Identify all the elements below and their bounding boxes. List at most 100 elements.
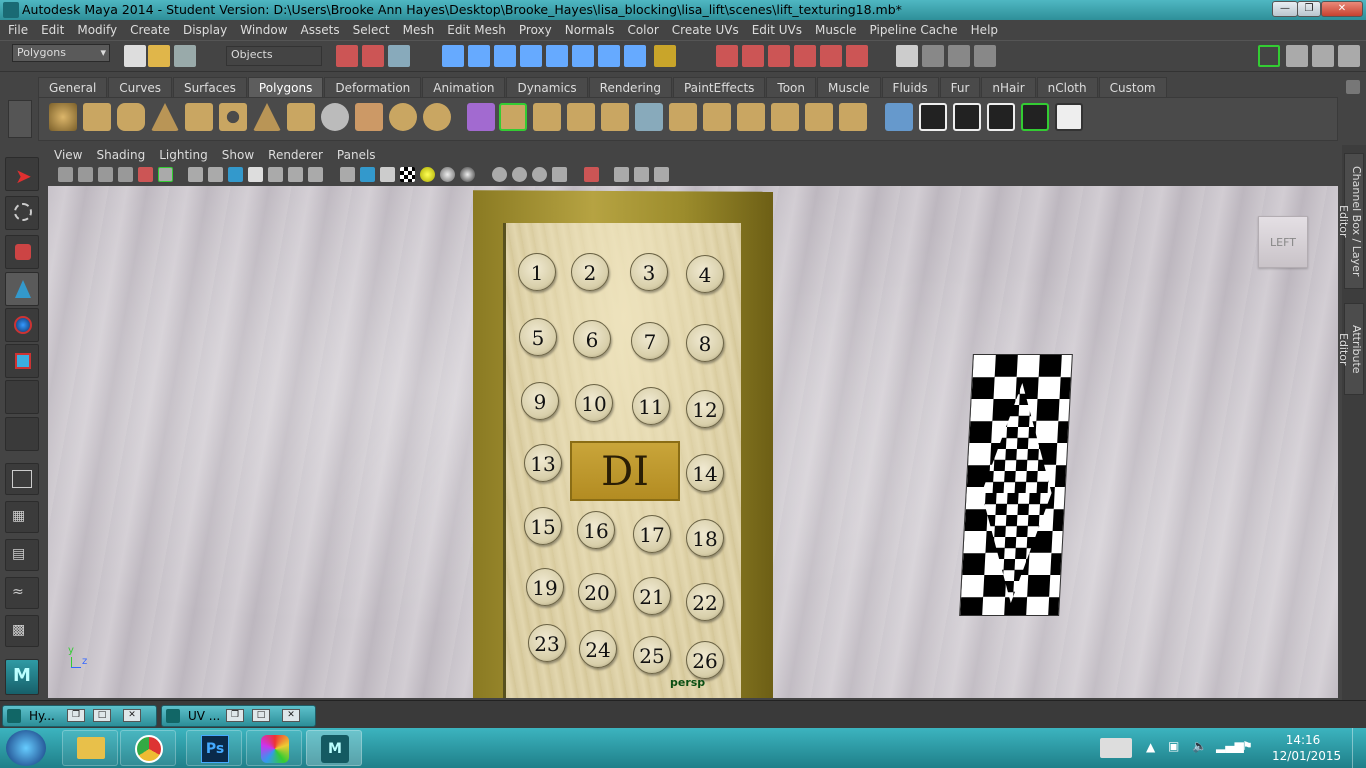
- snap-point-icon[interactable]: [494, 45, 516, 67]
- selection-mode-field[interactable]: Objects: [226, 46, 322, 66]
- xray-joints-icon[interactable]: [512, 167, 527, 182]
- mirror-geometry-icon[interactable]: [467, 103, 495, 131]
- shelf-tab-nhair[interactable]: nHair: [981, 77, 1036, 97]
- view-cube[interactable]: LEFT: [1258, 216, 1308, 268]
- shelf-tab-surfaces[interactable]: Surfaces: [172, 77, 247, 97]
- camera-attributes-icon[interactable]: [78, 167, 93, 182]
- panel-menu-view[interactable]: View: [54, 148, 82, 162]
- cut-uv-icon[interactable]: [919, 103, 947, 131]
- save-scene-icon[interactable]: [174, 45, 196, 67]
- menu-edit-mesh[interactable]: Edit Mesh: [447, 23, 506, 37]
- wireframe-icon[interactable]: [340, 167, 355, 182]
- close-icon[interactable]: ✕: [123, 709, 141, 722]
- action-center-icon[interactable]: [1100, 738, 1132, 758]
- show-sidebar-icon[interactable]: [1258, 45, 1280, 67]
- select-hierarchy-icon[interactable]: [336, 45, 358, 67]
- menu-select[interactable]: Select: [353, 23, 390, 37]
- panel-menu-panels[interactable]: Panels: [337, 148, 376, 162]
- select-tool-button[interactable]: ➤: [5, 157, 39, 191]
- isolate-select-icon[interactable]: [584, 167, 599, 182]
- menu-edit[interactable]: Edit: [41, 23, 64, 37]
- sew-uv-icon[interactable]: [953, 103, 981, 131]
- split-polygon-icon[interactable]: [601, 103, 629, 131]
- film-gate-icon[interactable]: [208, 167, 223, 182]
- use-all-lights-icon[interactable]: [420, 167, 435, 182]
- shelf-tab-muscle[interactable]: Muscle: [817, 77, 881, 97]
- shelf-tab-fluids[interactable]: Fluids: [881, 77, 939, 97]
- append-polygon-icon[interactable]: [567, 103, 595, 131]
- menu-create[interactable]: Create: [130, 23, 170, 37]
- scale-tool-button[interactable]: [5, 344, 39, 378]
- construction-history-icon[interactable]: [598, 45, 620, 67]
- chrome-taskbar-button[interactable]: [120, 730, 176, 766]
- menu-proxy[interactable]: Proxy: [519, 23, 552, 37]
- poly-cube-icon[interactable]: [83, 103, 111, 131]
- explorer-taskbar-button[interactable]: [62, 730, 118, 766]
- paint-select-button[interactable]: [5, 235, 39, 269]
- four-view-layout-button[interactable]: ▦: [5, 501, 39, 533]
- select-component-icon[interactable]: [388, 45, 410, 67]
- camera-select-icon[interactable]: [58, 167, 73, 182]
- poly-plane-icon[interactable]: [185, 103, 213, 131]
- insert-edge-loop-icon[interactable]: [635, 103, 663, 131]
- image-plane-icon[interactable]: [118, 167, 133, 182]
- menu-window[interactable]: Window: [240, 23, 287, 37]
- paint-taskbar-button[interactable]: [246, 730, 302, 766]
- smooth-icon[interactable]: [389, 103, 417, 131]
- panel-menu-renderer[interactable]: Renderer: [268, 148, 323, 162]
- boolean-icon[interactable]: [423, 103, 451, 131]
- shelf-tab-custom[interactable]: Custom: [1098, 77, 1167, 97]
- offset-edge-loop-icon[interactable]: [669, 103, 697, 131]
- menu-assets[interactable]: Assets: [301, 23, 340, 37]
- poly-cone-icon[interactable]: [151, 103, 179, 131]
- menu-muscle[interactable]: Muscle: [815, 23, 857, 37]
- input-output-icon[interactable]: [572, 45, 594, 67]
- shelf-tab-ncloth[interactable]: nCloth: [1036, 77, 1098, 97]
- spherical-mapping-icon[interactable]: [839, 103, 867, 131]
- menu-create-uvs[interactable]: Create UVs: [672, 23, 739, 37]
- uv-checker-icon[interactable]: [1055, 103, 1083, 131]
- photoshop-taskbar-button[interactable]: Ps: [186, 730, 242, 766]
- textured-icon[interactable]: [400, 167, 415, 182]
- menu-help[interactable]: Help: [971, 23, 998, 37]
- help-line-icon[interactable]: [624, 45, 646, 67]
- select-object-icon[interactable]: [362, 45, 384, 67]
- tray-flag-icon[interactable]: ⚑: [1242, 739, 1253, 753]
- wireframe-on-shaded-icon[interactable]: [380, 167, 395, 182]
- shelf-tab-animation[interactable]: Animation: [422, 77, 506, 97]
- high-quality-icon[interactable]: [460, 167, 475, 182]
- shelf-tab-rendering[interactable]: Rendering: [588, 77, 672, 97]
- magnet-icon[interactable]: [820, 45, 842, 67]
- poly-cylinder-icon[interactable]: [117, 103, 145, 131]
- new-scene-icon[interactable]: [124, 45, 146, 67]
- shelf-tab-dynamics[interactable]: Dynamics: [506, 77, 588, 97]
- channel-box-toggle-icon[interactable]: [1286, 45, 1308, 67]
- ipr-render-icon[interactable]: [742, 45, 764, 67]
- poly-torus-icon[interactable]: [219, 103, 247, 131]
- xray-components-icon[interactable]: [532, 167, 547, 182]
- menu-normals[interactable]: Normals: [565, 23, 615, 37]
- rotate-tool-button[interactable]: [5, 308, 39, 342]
- poly-sphere-icon[interactable]: [49, 103, 77, 131]
- restore-icon[interactable]: ❐: [226, 709, 244, 722]
- empty-tool-slot[interactable]: [5, 417, 39, 451]
- graph-layout-button[interactable]: ≈: [5, 577, 39, 609]
- separate-icon[interactable]: [355, 103, 383, 131]
- bridge-icon[interactable]: [533, 103, 561, 131]
- poly-pyramid-icon[interactable]: [253, 103, 281, 131]
- render-settings-alt-icon[interactable]: [974, 45, 996, 67]
- panel-menu-shading[interactable]: Shading: [96, 148, 145, 162]
- render-batch-icon[interactable]: [948, 45, 970, 67]
- shelf-tab-toon[interactable]: Toon: [766, 77, 817, 97]
- grid-icon[interactable]: [188, 167, 203, 182]
- magnet-alt-icon[interactable]: [846, 45, 868, 67]
- render-frame-icon[interactable]: [716, 45, 738, 67]
- automatic-mapping-icon[interactable]: [885, 103, 913, 131]
- panel-menu-lighting[interactable]: Lighting: [159, 148, 208, 162]
- gate-mask-icon[interactable]: [248, 167, 263, 182]
- windows-start-button[interactable]: [6, 730, 46, 766]
- menu-pipeline-cache[interactable]: Pipeline Cache: [870, 23, 958, 37]
- ambient-occlusion-icon[interactable]: [552, 167, 567, 182]
- single-perspective-layout-button[interactable]: [5, 463, 39, 495]
- render-settings-icon[interactable]: [768, 45, 790, 67]
